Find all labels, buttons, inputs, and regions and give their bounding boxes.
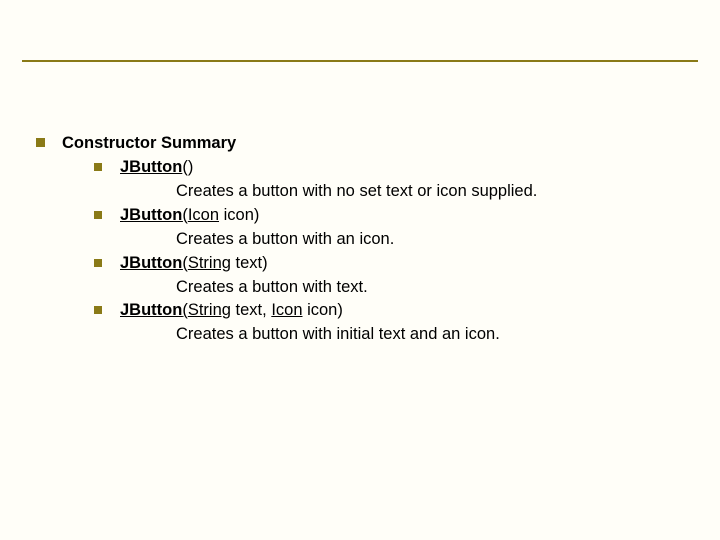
constructor-signature: JButton(String text): [120, 252, 684, 276]
constructor-description: Creates a button with no set text or ico…: [36, 180, 684, 204]
constructor-item: JButton(String text, Icon icon): [36, 299, 684, 323]
type-link[interactable]: String: [188, 254, 231, 272]
class-link[interactable]: JButton: [120, 254, 182, 272]
constructor-signature: JButton(String text, Icon icon): [120, 299, 684, 323]
square-bullet-icon: [94, 259, 102, 267]
class-link[interactable]: JButton: [120, 206, 182, 224]
square-bullet-icon: [94, 306, 102, 314]
constructor-item: JButton(String text): [36, 252, 684, 276]
class-link[interactable]: JButton: [120, 301, 182, 319]
constructor-item: JButton(Icon icon): [36, 204, 684, 228]
heading-row: Constructor Summary: [36, 132, 684, 156]
type-link[interactable]: Icon: [271, 301, 302, 319]
type-link[interactable]: String: [188, 301, 231, 319]
square-bullet-icon: [94, 211, 102, 219]
constructor-description: Creates a button with text.: [36, 276, 684, 300]
type-link[interactable]: Icon: [188, 206, 219, 224]
constructor-signature: JButton(): [120, 156, 684, 180]
class-link[interactable]: JButton: [120, 158, 182, 176]
constructor-signature: JButton(Icon icon): [120, 204, 684, 228]
slide-content: Constructor Summary JButton() Creates a …: [36, 132, 684, 347]
constructor-item: JButton(): [36, 156, 684, 180]
constructor-description: Creates a button with initial text and a…: [36, 323, 684, 347]
constructor-description: Creates a button with an icon.: [36, 228, 684, 252]
square-bullet-icon: [36, 138, 45, 147]
heading-text: Constructor Summary: [62, 132, 684, 156]
horizontal-rule: [22, 60, 698, 62]
square-bullet-icon: [94, 163, 102, 171]
